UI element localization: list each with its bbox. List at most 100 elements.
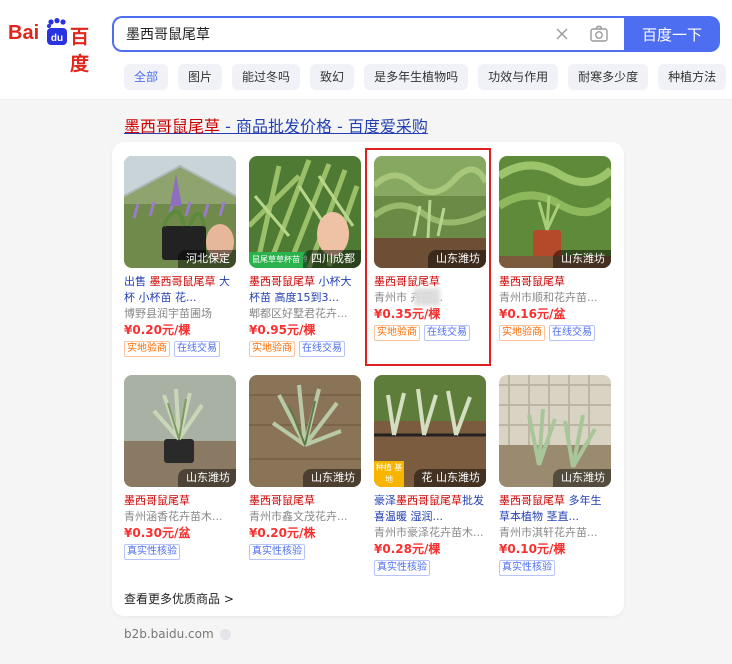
tab-winter[interactable]: 能过冬吗 [232,64,301,90]
product-item[interactable]: 山东潍坊 墨西哥鼠尾草 青州市顺和花卉苗... ¥0.16元/盆 实地验商 在线… [499,156,611,341]
redacted-area [414,288,440,306]
camera-icon[interactable] [588,23,610,45]
product-image[interactable]: 山东潍坊 [499,156,611,268]
clear-icon[interactable] [552,24,572,44]
product-seller[interactable]: 青州市鑫文茂花卉... [249,509,361,525]
product-item[interactable]: 河北保定 出售 墨西哥鼠尾草 大杯 小杯苗 花... 博野县润宇苗圃场 ¥0.2… [124,156,236,357]
product-tags: 真实性核验 [499,560,611,576]
product-item[interactable]: 山东潍坊 墨西哥鼠尾草 青州市鑫文茂花卉... ¥0.20元/株 真实性核验 [249,375,361,560]
product-seller[interactable]: 郫都区好墅君花卉... [249,306,361,322]
product-location: 河北保定 [178,250,236,268]
product-item[interactable]: 种植 基地 花 山东潍坊 豪泽墨西哥鼠尾草批发 喜温暖 湿润... 青州市豪泽花… [374,375,486,576]
product-item[interactable]: 山东潍坊 墨西哥鼠尾草 青州市 卉苗... ¥0.35元/棵 实地验商 在线交易 [374,156,486,341]
product-seller[interactable]: 青州市顺和花卉苗... [499,290,611,306]
tab-planting[interactable]: 种植方法 [658,64,727,90]
tab-all[interactable]: 全部 [124,64,169,90]
result-title-link[interactable]: 墨西哥鼠尾草 - 商品批发价格 - 百度爱采购 [124,113,428,137]
tag-verified-onsite: 实地验商 [124,341,170,357]
product-image[interactable]: 山东潍坊 [124,375,236,487]
product-image[interactable]: 鼠尾草草杯苗 免费 四川成都 [249,156,361,268]
product-title[interactable]: 墨西哥鼠尾草 小杯大杯苗 高度15到3... [249,274,361,306]
search-input[interactable] [126,18,546,50]
product-tags: 真实性核验 [249,544,361,560]
title-highlight: 墨西哥鼠尾草 [149,275,216,288]
product-image[interactable]: 山东潍坊 [249,375,361,487]
title-pre: 豪泽 [374,494,396,507]
product-location: 山东潍坊 [428,250,486,268]
source-domain[interactable]: b2b.baidu.com [124,627,214,641]
tab-images[interactable]: 图片 [178,64,223,90]
top-bar: Bai du 百度 百度一下 全部 图片 能过冬吗 [0,0,732,100]
product-title[interactable]: 豪泽墨西哥鼠尾草批发 喜温暖 湿润... [374,493,486,525]
product-item[interactable]: 山东潍坊 墨西哥鼠尾草 多年生草本植物 茎直... 青州市淇轩花卉苗... ¥0… [499,375,611,576]
badge-extra: 花 [421,471,433,484]
paw-icon: du [47,18,67,45]
result-title-highlight: 墨西哥鼠尾草 [124,117,221,136]
product-image[interactable]: 河北保定 [124,156,236,268]
product-location: 山东潍坊 [553,250,611,268]
tag-online-trade: 在线交易 [174,341,220,357]
tab-hallucinogen[interactable]: 致幻 [310,64,355,90]
title-highlight: 墨西哥鼠尾草 [499,275,565,288]
product-location: 山东潍坊 [178,469,236,487]
product-location: 四川成都 [303,250,361,268]
product-badge: 种植 基地 [374,461,404,487]
svg-text:du: du [51,33,63,44]
product-item[interactable]: 鼠尾草草杯苗 免费 四川成都 墨西哥鼠尾草 小杯大杯苗 高度15到3... 郫都… [249,156,361,357]
tag-online-trade: 在线交易 [424,325,470,341]
title-highlight: 墨西哥鼠尾草 [124,494,190,507]
tag-online-trade: 在线交易 [549,325,595,341]
product-price: ¥0.10元/棵 [499,542,566,556]
tag-verified-onsite: 实地验商 [249,341,295,357]
product-tags: 真实性核验 [374,560,486,576]
product-title[interactable]: 墨西哥鼠尾草 多年生草本植物 茎直... [499,493,611,525]
product-seller[interactable]: 博野县润宇苗圃场 [124,306,236,322]
product-tags: 实地验商 在线交易 [249,341,361,357]
product-tags: 真实性核验 [124,544,236,560]
title-pre: 出售 [124,275,150,288]
product-card: 河北保定 出售 墨西哥鼠尾草 大杯 小杯苗 花... 博野县润宇苗圃场 ¥0.2… [112,142,624,616]
product-price: ¥0.20元/棵 [124,323,191,337]
product-tags: 实地验商 在线交易 [124,341,236,357]
tab-effects[interactable]: 功效与作用 [478,64,559,90]
product-title[interactable]: 墨西哥鼠尾草 [124,493,236,509]
product-price: ¥0.35元/棵 [374,307,441,321]
product-image[interactable]: 山东潍坊 [374,156,486,268]
baidu-logo[interactable]: Bai du 百度 [8,18,100,75]
product-badge: 鼠尾草草杯苗 免费 [249,252,307,268]
search-button[interactable]: 百度一下 [624,16,720,52]
product-price: ¥0.16元/盆 [499,307,566,321]
product-title[interactable]: 墨西哥鼠尾草 [499,274,611,290]
product-seller[interactable]: 青州市淇轩花卉苗... [499,525,611,541]
search-box [112,16,624,52]
product-price: ¥0.28元/棵 [374,542,441,556]
title-highlight: 墨西哥鼠尾草 [374,275,440,288]
source-info-icon[interactable] [219,628,231,640]
more-products-link[interactable]: 查看更多优质商品 > [124,590,234,607]
title-highlight: 墨西哥鼠尾草 [396,494,462,507]
product-image[interactable]: 种植 基地 花 山东潍坊 [374,375,486,487]
product-seller[interactable]: 青州涵香花卉苗木... [124,509,236,525]
tag-authenticity-verified: 真实性核验 [374,560,430,576]
tag-authenticity-verified: 真实性核验 [249,544,305,560]
filter-tabs: 全部 图片 能过冬吗 致幻 是多年生植物吗 功效与作用 耐寒多少度 种植方法 [124,64,732,90]
product-item[interactable]: 山东潍坊 墨西哥鼠尾草 青州涵香花卉苗木... ¥0.30元/盆 真实性核验 [124,375,236,560]
product-seller[interactable]: 青州市豪泽花卉苗木... [374,525,486,541]
title-highlight: 墨西哥鼠尾草 [499,494,565,507]
logo-text-bai: Bai [8,22,40,44]
product-price: ¥0.30元/盆 [124,526,191,540]
title-highlight: 墨西哥鼠尾草 [249,494,315,507]
result-source: b2b.baidu.com [124,627,231,641]
product-title[interactable]: 墨西哥鼠尾草 [249,493,361,509]
product-price: ¥0.20元/株 [249,526,316,540]
product-image[interactable]: 山东潍坊 [499,375,611,487]
tag-verified-onsite: 实地验商 [374,325,420,341]
title-highlight: 墨西哥鼠尾草 [249,275,315,288]
product-location: 花 山东潍坊 [413,469,486,487]
product-location: 山东潍坊 [303,469,361,487]
baidu-search-page: Bai du 百度 百度一下 全部 图片 能过冬吗 [0,0,732,664]
tab-cold-tolerance[interactable]: 耐寒多少度 [568,64,649,90]
product-title[interactable]: 出售 墨西哥鼠尾草 大杯 小杯苗 花... [124,274,236,306]
tab-perennial[interactable]: 是多年生植物吗 [364,64,469,90]
tag-authenticity-verified: 真实性核验 [124,544,180,560]
